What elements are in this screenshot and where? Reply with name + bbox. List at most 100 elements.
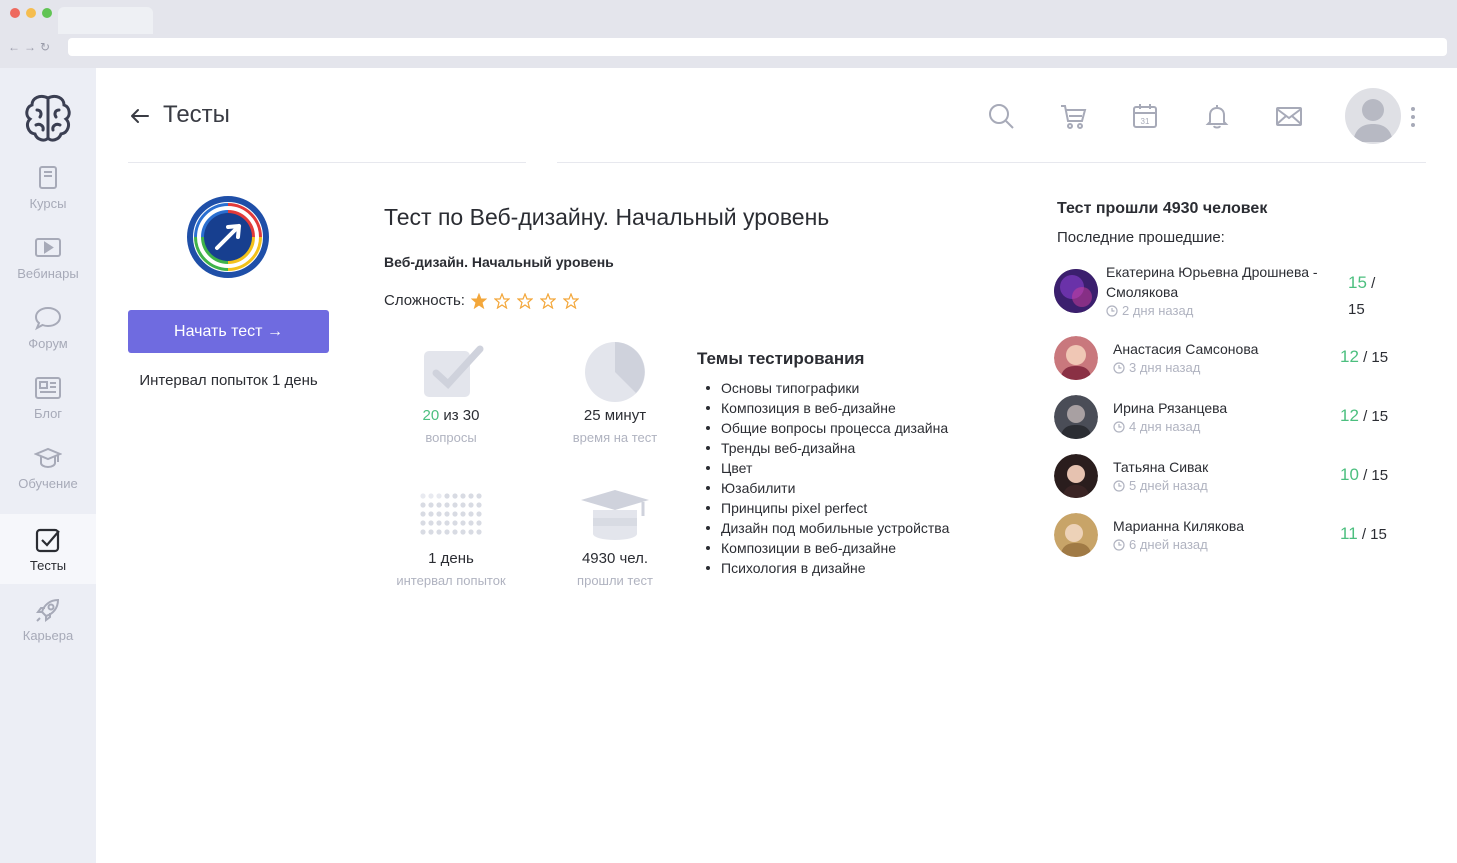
grid-dot [476, 529, 482, 535]
list-item: Общие вопросы процесса дизайна [706, 418, 949, 438]
person-name[interactable]: Екатерина Юрьевна Дрошнева - Смолякова [1106, 262, 1318, 302]
start-test-button[interactable]: Начать тест → [128, 310, 329, 353]
clock-icon [1113, 420, 1125, 433]
rocket-icon [36, 598, 60, 622]
attempt-interval-text: Интервал попыток 1 день [139, 372, 318, 389]
sidebar-item-blog[interactable]: Блог [0, 362, 96, 432]
graduation-cap-stack-icon [581, 490, 649, 540]
clock-icon [1113, 361, 1125, 374]
avatar[interactable] [1054, 336, 1098, 380]
maximize-window-button[interactable] [42, 8, 52, 18]
person-name[interactable]: Анастасия Самсонова [1113, 339, 1258, 359]
sidebar: Курсы Вебинары Форум Блог Обучение Тесты… [0, 68, 96, 863]
dots-grid-icon [420, 493, 482, 535]
avatar[interactable] [1054, 269, 1098, 313]
sidebar-item-label: Курсы [29, 196, 67, 211]
sidebar-item-tests[interactable]: Тесты [0, 514, 96, 584]
star-filled-icon [470, 292, 487, 309]
sidebar-item-career[interactable]: Карьера [0, 584, 96, 654]
avatar[interactable] [1054, 454, 1098, 498]
grid-dot [468, 493, 474, 499]
topics-title: Темы тестирования [697, 349, 865, 368]
person-score: 10 / 15 [1340, 465, 1389, 484]
clock-icon [1113, 538, 1125, 551]
test-subtitle: Веб-дизайн. Начальный уровень [384, 254, 614, 270]
brain-logo-icon[interactable] [22, 92, 74, 144]
address-bar[interactable] [68, 38, 1447, 56]
person-name[interactable]: Татьяна Сивак [1113, 457, 1208, 477]
stat-time: 25 минут время на тест [545, 342, 685, 445]
star-empty-icon [539, 292, 556, 309]
sidebar-item-label: Блог [33, 406, 63, 421]
grid-dot [444, 520, 450, 526]
test-title: Тест по Веб-дизайну. Начальный уровень [384, 204, 830, 230]
avatar-image-icon [1054, 513, 1098, 557]
more-vertical-icon[interactable] [1409, 106, 1417, 128]
browser-tab[interactable] [58, 7, 153, 34]
mail-icon[interactable] [1275, 102, 1303, 130]
color-wheel-logo-icon [187, 196, 269, 278]
person-score: 12 / 15 [1340, 347, 1389, 366]
avatar[interactable] [1054, 395, 1098, 439]
sidebar-item-label: Тесты [29, 558, 67, 573]
search-icon[interactable] [987, 102, 1015, 130]
list-item: Принципы pixel perfect [706, 498, 949, 518]
grid-dot [444, 529, 450, 535]
sidebar-item-courses[interactable]: Курсы [0, 152, 96, 222]
grid-dot [468, 520, 474, 526]
person-name[interactable]: Ирина Рязанцева [1113, 398, 1227, 418]
chat-icon [34, 306, 62, 331]
bell-icon[interactable] [1203, 102, 1231, 130]
stat-caption: интервал попыток [396, 573, 506, 588]
avatar[interactable] [1054, 513, 1098, 557]
minimize-window-button[interactable] [26, 8, 36, 18]
person-score: 15 / 15 [1348, 273, 1376, 318]
sidebar-item-label: Вебинары [17, 266, 79, 281]
avatar-image-icon [1054, 336, 1098, 380]
list-item: Дизайн под мобильные устройства [706, 518, 949, 538]
grid-dot [460, 520, 466, 526]
calendar-icon[interactable]: 31 [1131, 102, 1159, 130]
star-empty-icon [516, 292, 533, 309]
grid-dot [476, 520, 482, 526]
sidebar-item-webinars[interactable]: Вебинары [0, 222, 96, 292]
divider [128, 162, 526, 163]
divider [557, 162, 1426, 163]
sidebar-item-forum[interactable]: Форум [0, 292, 96, 362]
passed-count-title: Тест прошли 4930 человек [1057, 200, 1268, 217]
grid-dot [476, 493, 482, 499]
list-item: Психология в дизайне [706, 558, 949, 578]
person-score: 11 / 15 [1340, 524, 1387, 543]
grid-dot [436, 529, 442, 535]
list-item: Композиции в веб-дизайне [706, 538, 949, 558]
difficulty-row: Сложность: [384, 292, 586, 309]
grid-dot [460, 511, 466, 517]
person-score: 12 / 15 [1340, 406, 1389, 425]
stat-caption: прошли тест [577, 573, 653, 588]
list-item: Основы типографики [706, 378, 949, 398]
grid-dot [420, 502, 426, 508]
user-avatar[interactable] [1345, 88, 1401, 144]
stat-caption: вопросы [425, 430, 477, 445]
grid-dot [420, 511, 426, 517]
back-arrow-icon[interactable] [128, 104, 152, 128]
avatar-image-icon [1054, 454, 1098, 498]
news-icon [35, 377, 61, 399]
grid-dot [468, 502, 474, 508]
list-item: Композиция в веб-дизайне [706, 398, 949, 418]
list-item: Цвет [706, 458, 949, 478]
clock-icon [585, 342, 645, 402]
grid-dot [476, 502, 482, 508]
topics-list: Основы типографики Композиция в веб-диза… [706, 378, 949, 578]
svg-text:31: 31 [1141, 117, 1150, 126]
browser-nav-buttons[interactable]: ←→↻ [8, 40, 54, 54]
avatar-image-icon [1054, 269, 1098, 313]
stat-interval: 1 день интервал попыток [381, 492, 521, 588]
close-window-button[interactable] [10, 8, 20, 18]
sidebar-item-learning[interactable]: Обучение [0, 432, 96, 502]
person-name[interactable]: Марианна Килякова [1113, 516, 1244, 536]
grid-dot [452, 529, 458, 535]
grid-dot [476, 511, 482, 517]
cart-icon[interactable] [1059, 102, 1087, 130]
grid-dot [460, 529, 466, 535]
